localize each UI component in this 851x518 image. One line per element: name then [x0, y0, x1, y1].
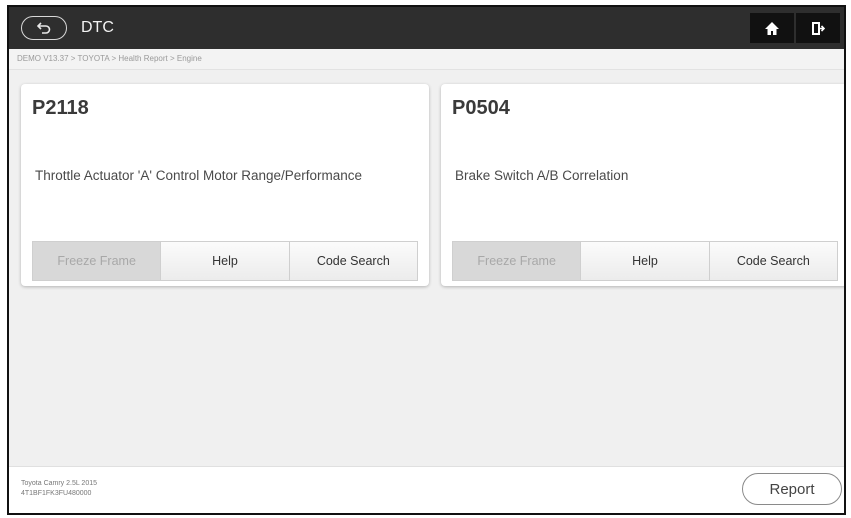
dtc-code: P2118 [32, 97, 89, 119]
exit-button[interactable] [796, 13, 840, 43]
dtc-code: P0504 [452, 97, 510, 119]
dtc-description: Throttle Actuator 'A' Control Motor Rang… [35, 168, 363, 183]
page-title: DTC [81, 19, 114, 36]
vehicle-info: Toyota Camry 2.5L 2015 4T1BF1FK3FU480000 [21, 479, 97, 499]
vehicle-model: Toyota Camry 2.5L 2015 [21, 480, 98, 487]
home-button[interactable] [750, 13, 794, 43]
home-icon [765, 21, 779, 35]
top-bar: DTC [9, 7, 844, 49]
back-arrow-icon [37, 22, 51, 34]
freeze-frame-button: Freeze Frame [452, 241, 582, 281]
code-search-button[interactable]: Code Search [708, 241, 838, 281]
dtc-description: Brake Switch A/B Correlation [455, 168, 629, 183]
breadcrumb-bar: DEMO V13.37 > TOYOTA > Health Report > E… [9, 49, 844, 70]
exit-icon [812, 21, 825, 35]
breadcrumb: DEMO V13.37 > TOYOTA > Health Report > E… [17, 54, 202, 63]
back-button[interactable] [21, 16, 67, 40]
dtc-card: P0504 Brake Switch A/B Correlation Freez… [441, 84, 844, 286]
dtc-list: P2118 Throttle Actuator 'A' Control Moto… [9, 70, 844, 467]
dtc-actions: Freeze Frame Help Code Search [32, 241, 418, 281]
dtc-actions: Freeze Frame Help Code Search [452, 241, 838, 281]
help-button[interactable]: Help [160, 241, 290, 281]
bottom-bar: Toyota Camry 2.5L 2015 4T1BF1FK3FU480000… [9, 466, 844, 513]
report-button[interactable]: Report [742, 473, 842, 505]
app-window: DTC DEMO V13.37 > TOYOTA > Health Report… [7, 5, 846, 515]
vehicle-vin: 4T1BF1FK3FU480000 [21, 490, 92, 497]
code-search-button[interactable]: Code Search [288, 241, 418, 281]
freeze-frame-button: Freeze Frame [32, 241, 162, 281]
help-button[interactable]: Help [580, 241, 710, 281]
dtc-card: P2118 Throttle Actuator 'A' Control Moto… [21, 84, 429, 286]
